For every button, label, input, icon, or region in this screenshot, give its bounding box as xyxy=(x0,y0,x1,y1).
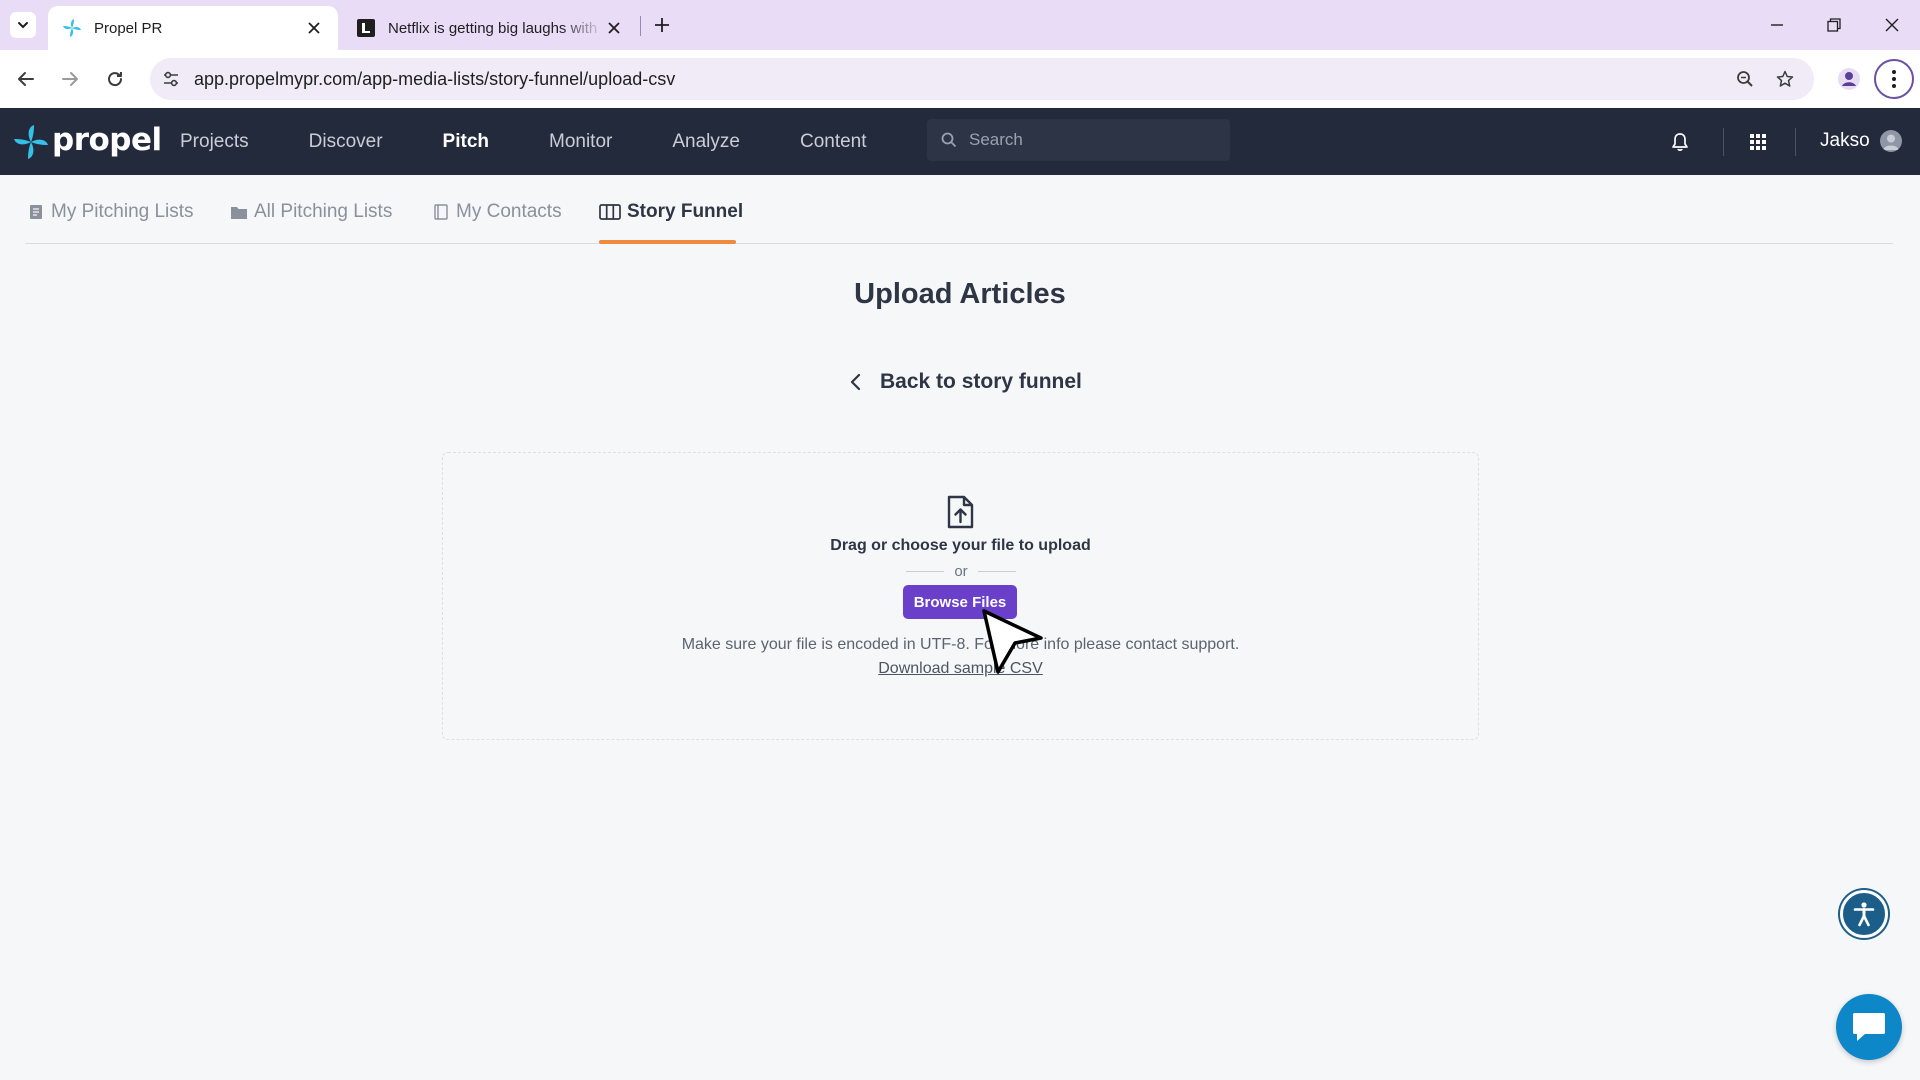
subtab-my-pitching-lists[interactable]: My Pitching Lists xyxy=(27,197,194,227)
close-icon xyxy=(1885,18,1899,32)
chat-bubble-icon xyxy=(1853,1013,1885,1041)
propel-logo-icon xyxy=(14,125,48,159)
nav-discover[interactable]: Discover xyxy=(309,131,383,153)
divider-line xyxy=(978,570,1016,572)
chat-button[interactable] xyxy=(1836,994,1902,1060)
profile-icon xyxy=(1838,68,1860,90)
back-button[interactable] xyxy=(13,66,39,92)
address-bar[interactable]: app.propelmypr.com/app-media-lists/story… xyxy=(150,58,1814,100)
browser-tab-netflix[interactable]: Netflix is getting big laughs with xyxy=(342,6,638,50)
url-text: app.propelmypr.com/app-media-lists/story… xyxy=(194,69,676,89)
file-dropzone[interactable]: Drag or choose your file to upload or Br… xyxy=(442,452,1479,740)
browser-menu-button[interactable] xyxy=(1874,59,1914,99)
propel-logo-icon xyxy=(62,18,82,38)
contacts-book-icon xyxy=(432,203,450,221)
back-link-label: Back to story funnel xyxy=(880,370,1082,393)
back-to-story-funnel-link[interactable]: Back to story funnel xyxy=(846,368,1082,396)
chevron-left-icon xyxy=(846,373,864,391)
nav-projects[interactable]: Projects xyxy=(180,131,249,153)
forward-button[interactable] xyxy=(57,66,83,92)
tab-title: Netflix is getting big laughs with xyxy=(388,19,598,37)
list-icon xyxy=(27,203,45,221)
user-icon xyxy=(1882,134,1899,150)
browser-tab-bar: Propel PR Netflix is getting big laughs … xyxy=(0,0,1920,50)
search-icon xyxy=(941,132,957,148)
or-text: or xyxy=(954,562,968,580)
chevron-down-icon xyxy=(18,22,28,29)
or-divider: or xyxy=(906,561,1016,581)
file-upload-icon xyxy=(947,495,974,529)
zoom-icon[interactable] xyxy=(1734,68,1756,90)
article-site-icon xyxy=(356,18,376,38)
close-tab-icon[interactable] xyxy=(304,18,324,38)
folder-icon xyxy=(230,203,248,221)
nav-content[interactable]: Content xyxy=(800,131,867,153)
subtab-label: Story Funnel xyxy=(627,201,744,222)
sample-csv-row: Download sample CSV xyxy=(443,660,1478,678)
columns-icon xyxy=(599,203,621,221)
propel-logo[interactable]: propel xyxy=(12,122,162,162)
arrow-left-icon xyxy=(18,72,34,86)
header-divider xyxy=(1795,128,1796,156)
user-name: Jakso xyxy=(1820,130,1870,151)
accessibility-icon xyxy=(1853,902,1875,927)
notifications-button[interactable] xyxy=(1668,130,1692,154)
bookmark-star-icon[interactable] xyxy=(1774,68,1796,90)
nav-analyze[interactable]: Analyze xyxy=(672,131,740,153)
tab-title: Propel PR xyxy=(94,19,163,37)
accessibility-button[interactable] xyxy=(1840,890,1888,938)
pitch-subnav: My Pitching Lists All Pitching Lists My … xyxy=(25,175,1893,244)
browser-toolbar: app.propelmypr.com/app-media-lists/story… xyxy=(0,50,1920,108)
restore-icon xyxy=(1827,18,1841,32)
site-settings-icon[interactable] xyxy=(160,68,182,90)
dropzone-prompt: Drag or choose your file to upload xyxy=(830,537,1091,554)
divider-line xyxy=(906,570,944,572)
subtab-label: My Pitching Lists xyxy=(51,201,194,222)
browser-tab-propel[interactable]: Propel PR xyxy=(48,6,338,50)
reload-button[interactable] xyxy=(102,66,128,92)
bell-icon xyxy=(1672,133,1688,151)
avatar xyxy=(1879,130,1902,152)
encoding-help-text: Make sure your file is encoded in UTF-8.… xyxy=(681,636,1240,653)
apps-grid-button[interactable] xyxy=(1746,130,1770,154)
subtab-my-contacts[interactable]: My Contacts xyxy=(432,197,562,227)
subtab-label: My Contacts xyxy=(456,201,562,222)
close-tab-icon[interactable] xyxy=(604,18,624,38)
app-header: propel Projects Discover Pitch Monitor A… xyxy=(0,108,1920,175)
apps-grid-icon xyxy=(1750,134,1766,150)
reload-icon xyxy=(108,72,123,87)
search-box xyxy=(927,119,1230,161)
arrow-right-icon xyxy=(62,72,78,86)
restore-button[interactable] xyxy=(1821,12,1847,38)
user-menu[interactable]: Jakso xyxy=(1820,126,1902,156)
page-title: Upload Articles xyxy=(854,278,1066,310)
tab-search-button[interactable] xyxy=(10,12,36,38)
browse-files-button[interactable]: Browse Files xyxy=(903,585,1017,619)
subtab-label: All Pitching Lists xyxy=(254,201,393,222)
nav-pitch[interactable]: Pitch xyxy=(443,131,489,153)
profile-button[interactable] xyxy=(1834,64,1864,94)
more-vertical-icon xyxy=(1892,70,1896,88)
search-input[interactable] xyxy=(969,130,1209,150)
main-nav: Projects Discover Pitch Monitor Analyze … xyxy=(180,108,927,175)
minimize-icon xyxy=(1771,24,1783,26)
subtab-story-funnel[interactable]: Story Funnel xyxy=(599,197,743,227)
active-tab-indicator xyxy=(599,240,736,244)
new-tab-button[interactable] xyxy=(650,13,674,37)
close-window-button[interactable] xyxy=(1879,12,1905,38)
plus-icon xyxy=(655,18,669,32)
logo-text: propel xyxy=(52,122,162,158)
tab-separator xyxy=(640,16,641,36)
minimize-button[interactable] xyxy=(1764,12,1790,38)
nav-monitor[interactable]: Monitor xyxy=(549,131,612,153)
download-sample-csv-link[interactable]: Download sample CSV xyxy=(878,660,1043,677)
header-divider xyxy=(1723,128,1724,156)
subtab-all-pitching-lists[interactable]: All Pitching Lists xyxy=(230,197,392,227)
